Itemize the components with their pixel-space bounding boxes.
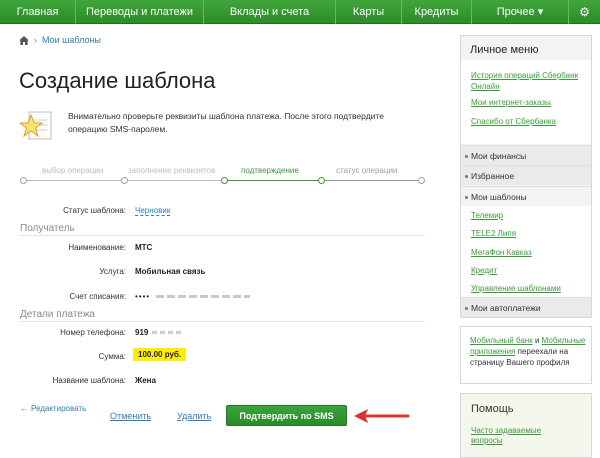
divider	[20, 321, 425, 322]
template-status-value[interactable]: Черновик	[135, 206, 171, 216]
nav-item-home[interactable]: Главная	[0, 0, 76, 24]
menu-row-favorites[interactable]: Избранное	[461, 165, 591, 185]
divider	[20, 235, 425, 236]
service-label: Услуга:	[99, 267, 126, 276]
bullet-icon	[465, 307, 468, 310]
personal-menu-title: Личное меню	[470, 44, 539, 56]
mobile-notice-and: и	[532, 336, 542, 345]
help-panel: Помощь Часто задаваемые вопросы	[460, 393, 592, 458]
template-name-label: Название шаблона:	[52, 376, 126, 385]
spasibo-link[interactable]: Спасибо от Сбербанка	[471, 116, 585, 127]
nav-item-credits[interactable]: Кредиты	[402, 0, 472, 24]
step-label: статус операции	[336, 166, 398, 175]
chevron-right-icon: ›	[34, 35, 37, 45]
account-value: ••••	[135, 292, 151, 301]
arrow-left-icon: ←	[20, 404, 28, 413]
mobile-bank-link[interactable]: Мобильный банк	[470, 336, 533, 345]
bullet-icon	[465, 175, 468, 178]
mobile-notice-panel: Мобильный банк и Мобильные приложения пе…	[460, 326, 592, 384]
payment-section-title: Детали платежа	[20, 309, 95, 320]
manage-templates-link[interactable]: Управление шаблонами	[471, 284, 561, 293]
menu-row-finances[interactable]: Мои финансы	[461, 145, 591, 165]
phone-label: Номер телефона:	[60, 328, 126, 337]
nav-settings-button[interactable]: ⚙	[569, 0, 600, 24]
breadcrumb: › Мои шаблоны	[19, 35, 101, 45]
amount-value: 100.00 руб.	[133, 348, 187, 361]
edit-link[interactable]: ← Редактировать	[20, 404, 86, 413]
confirm-sms-button[interactable]: Подтвердить по SMS	[226, 405, 347, 426]
amount-label: Сумма:	[98, 352, 126, 361]
template-name-value: Жена	[135, 376, 156, 385]
template-link-megafon[interactable]: МегаФон Кавказ	[471, 248, 532, 257]
menu-row-autopayments[interactable]: Мои автоплатежи	[461, 297, 591, 317]
internet-orders-link[interactable]: Мои интернет-заказы	[471, 97, 585, 108]
page-title: Создание шаблона	[19, 68, 216, 93]
step-dot	[418, 177, 425, 184]
edit-link-label: Редактировать	[31, 404, 87, 413]
recipient-section-title: Получатель	[20, 223, 75, 234]
menu-row-label: Мои шаблоны	[471, 192, 527, 202]
personal-menu-panel: Личное меню История операций Сбербанк Он…	[460, 35, 592, 318]
menu-row-label: Мои автоплатежи	[471, 303, 541, 313]
nav-item-deposits[interactable]: Вклады и счета	[204, 0, 336, 24]
nav-item-cards[interactable]: Карты	[336, 0, 402, 24]
breadcrumb-templates-link[interactable]: Мои шаблоны	[42, 35, 101, 45]
phone-value: 919	[135, 328, 149, 337]
progress-line-pending	[321, 180, 421, 181]
menu-row-label: Мои финансы	[471, 151, 527, 161]
notice-text: Внимательно проверьте реквизиты шаблона …	[68, 111, 384, 134]
masked-account-text	[156, 295, 250, 298]
step-dot	[20, 177, 27, 184]
step-dot-current	[318, 177, 325, 184]
red-arrow-annotation	[354, 409, 410, 423]
bullet-icon	[465, 155, 468, 158]
step-label: выбор операции	[42, 166, 104, 175]
progress-line-current	[224, 180, 321, 181]
recipient-name-label: Наименование:	[68, 243, 126, 252]
operations-history-link[interactable]: История операций Сбербанк Онлайн	[471, 70, 585, 92]
step-dot	[121, 177, 128, 184]
masked-phone-text	[152, 331, 184, 334]
home-icon[interactable]	[19, 35, 29, 45]
bullet-icon	[465, 196, 468, 199]
service-value: Мобильная связь	[135, 267, 206, 276]
template-link-tele2[interactable]: TELE2 Липя	[471, 229, 516, 238]
step-dot-current	[221, 177, 228, 184]
nav-item-transfers[interactable]: Переводы и платежи	[76, 0, 204, 24]
menu-row-label: Избранное	[471, 171, 515, 181]
top-navigation: Главная Переводы и платежи Вклады и счет…	[0, 0, 600, 24]
star-document-icon	[18, 108, 54, 142]
step-label: заполнение реквизитов	[128, 166, 216, 175]
template-status-label: Статус шаблона:	[63, 206, 126, 215]
template-link-telemir[interactable]: Телемир	[471, 211, 503, 220]
progress-steps: выбор операции заполнение реквизитов под…	[20, 166, 425, 188]
mobile-notice-text: Мобильный банк и Мобильные приложения пе…	[470, 335, 586, 368]
recipient-name-value: МТС	[135, 243, 153, 252]
gear-icon: ⚙	[579, 5, 590, 19]
template-link-credit[interactable]: Кредит	[471, 266, 497, 275]
help-title: Помощь	[471, 403, 514, 415]
faq-link[interactable]: Часто задаваемые вопросы	[471, 426, 571, 446]
step-label-current: подтверждение	[241, 166, 299, 175]
menu-row-templates[interactable]: Мои шаблоны	[461, 186, 591, 206]
nav-item-other[interactable]: Прочее ▾	[472, 0, 569, 24]
account-label: Счет списания:	[69, 292, 126, 301]
delete-link[interactable]: Удалить	[177, 411, 211, 421]
cancel-link[interactable]: Отменить	[110, 411, 151, 421]
